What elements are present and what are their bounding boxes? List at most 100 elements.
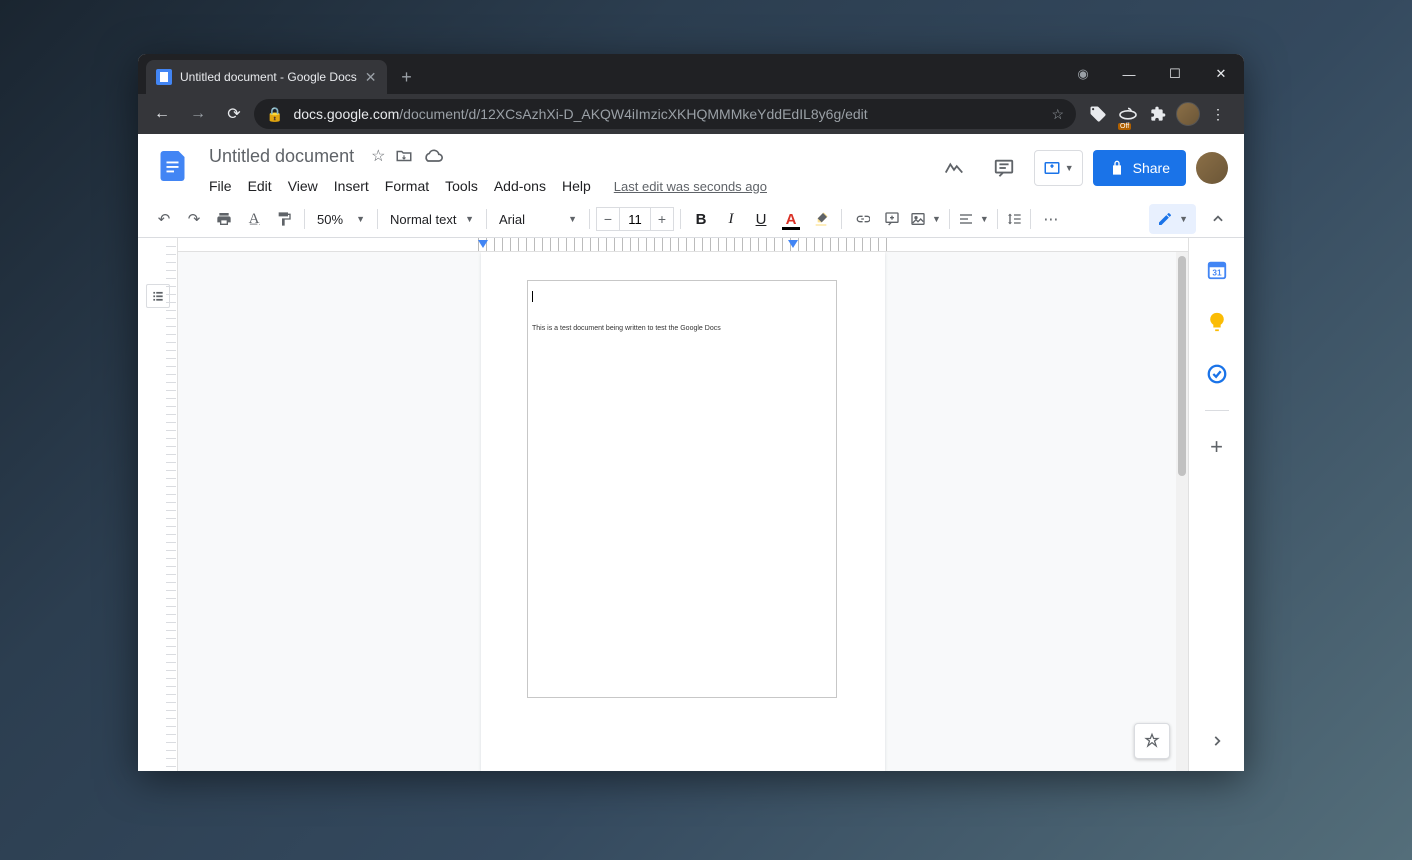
present-button[interactable]: ▼ [1034, 150, 1083, 186]
browser-tab[interactable]: Untitled document - Google Docs ✕ [146, 60, 387, 94]
document-body-text[interactable]: This is a test document being written to… [532, 325, 836, 333]
profile-avatar-icon[interactable] [1174, 100, 1202, 128]
extension-off-icon[interactable]: Off [1114, 100, 1142, 128]
close-tab-icon[interactable]: ✕ [365, 69, 377, 86]
insert-link-button[interactable] [848, 205, 876, 233]
left-indent-marker[interactable] [478, 240, 488, 248]
activity-icon[interactable] [934, 148, 974, 188]
calendar-addon-icon[interactable]: 31 [1197, 250, 1237, 290]
close-window-button[interactable]: ✕ [1198, 58, 1244, 90]
left-gutter [138, 238, 178, 771]
keep-addon-icon[interactable] [1197, 302, 1237, 342]
extension-icons: Off ⋮ [1080, 100, 1236, 128]
browser-window: Untitled document - Google Docs ✕ + ◉ ― … [138, 54, 1244, 771]
separator [997, 209, 998, 229]
collapse-sidepanel-button[interactable] [1197, 721, 1237, 761]
increase-font-button[interactable]: + [650, 207, 674, 231]
minimize-button[interactable]: ― [1106, 58, 1152, 90]
scrollbar-thumb[interactable] [1178, 256, 1186, 476]
insert-image-dropdown[interactable]: ▼ [908, 206, 943, 232]
formatting-toolbar: ↶ ↷ A̲ 50%▼ Normal text▼ Arial▼ − + B I … [138, 200, 1244, 238]
editing-mode-dropdown[interactable]: ▼ [1149, 204, 1196, 234]
separator [1030, 209, 1031, 229]
extensions-puzzle-icon[interactable] [1144, 100, 1172, 128]
more-tools-button[interactable]: ⋯ [1037, 205, 1065, 233]
address-bar[interactable]: 🔒 docs.google.com/document/d/12XCsAzhXi-… [254, 99, 1076, 129]
chevron-down-icon: ▼ [1065, 163, 1074, 173]
cloud-status-icon[interactable] [423, 148, 443, 164]
separator [377, 209, 378, 229]
undo-button[interactable]: ↶ [150, 205, 178, 233]
side-panel-divider [1205, 410, 1229, 411]
document-page[interactable]: This is a test document being written to… [527, 280, 837, 698]
move-icon[interactable] [395, 147, 413, 165]
header-actions: ▼ Share [934, 148, 1228, 188]
menu-view[interactable]: View [281, 174, 325, 198]
menu-format[interactable]: Format [378, 174, 436, 198]
bold-button[interactable]: B [687, 205, 715, 233]
docs-home-button[interactable] [154, 146, 194, 186]
menu-help[interactable]: Help [555, 174, 598, 198]
horizontal-ruler[interactable] [178, 238, 1188, 252]
chevron-down-icon: ▼ [1179, 214, 1188, 224]
redo-button[interactable]: ↷ [180, 205, 208, 233]
font-size-input[interactable] [620, 207, 650, 231]
right-indent-marker[interactable] [788, 240, 798, 248]
separator [841, 209, 842, 229]
new-tab-button[interactable]: + [393, 63, 421, 91]
last-edit-link[interactable]: Last edit was seconds ago [614, 179, 767, 194]
forward-button[interactable]: → [182, 98, 214, 130]
extension-badge: Off [1118, 123, 1131, 130]
paint-format-button[interactable] [270, 205, 298, 233]
back-button[interactable]: ← [146, 98, 178, 130]
separator [949, 209, 950, 229]
align-dropdown[interactable]: ▼ [956, 206, 991, 232]
url-text: docs.google.com/document/d/12XCsAzhXi-D_… [293, 106, 1041, 122]
star-icon[interactable]: ☆ [371, 146, 385, 166]
menu-insert[interactable]: Insert [327, 174, 376, 198]
decrease-font-button[interactable]: − [596, 207, 620, 231]
page-canvas[interactable]: This is a test document being written to… [178, 252, 1188, 771]
document-title-input[interactable]: Untitled document [202, 143, 361, 170]
style-value: Normal text [390, 212, 456, 227]
share-label: Share [1133, 160, 1170, 176]
font-value: Arial [499, 212, 525, 227]
line-spacing-dropdown[interactable] [1004, 206, 1024, 232]
separator [680, 209, 681, 229]
underline-button[interactable]: U [747, 205, 775, 233]
zoom-dropdown[interactable]: 50%▼ [311, 206, 371, 232]
browser-titlebar: Untitled document - Google Docs ✕ + ◉ ― … [138, 54, 1244, 94]
menu-file[interactable]: File [202, 174, 239, 198]
svg-text:31: 31 [1212, 269, 1222, 278]
share-button[interactable]: Share [1093, 150, 1186, 186]
bookmark-star-icon[interactable]: ☆ [1051, 106, 1064, 123]
extension-tag-icon[interactable] [1084, 100, 1112, 128]
vertical-ruler[interactable] [166, 246, 176, 771]
comments-icon[interactable] [984, 148, 1024, 188]
collapse-toolbar-button[interactable] [1204, 205, 1232, 233]
text-color-button[interactable]: A [777, 205, 805, 233]
print-button[interactable] [210, 205, 238, 233]
separator [486, 209, 487, 229]
tasks-addon-icon[interactable] [1197, 354, 1237, 394]
explore-button[interactable] [1134, 723, 1170, 759]
get-addons-button[interactable]: + [1197, 427, 1237, 467]
maximize-button[interactable]: ☐ [1152, 58, 1198, 90]
editor-area: This is a test document being written to… [138, 238, 1244, 771]
paragraph-style-dropdown[interactable]: Normal text▼ [384, 206, 480, 232]
window-controls: ◉ ― ☐ ✕ [1060, 54, 1244, 94]
highlight-color-button[interactable] [807, 205, 835, 233]
vertical-scrollbar[interactable] [1176, 252, 1188, 771]
tab-title: Untitled document - Google Docs [180, 70, 357, 84]
chrome-menu-icon[interactable]: ⋮ [1204, 100, 1232, 128]
lock-icon: 🔒 [266, 106, 283, 123]
menu-edit[interactable]: Edit [241, 174, 279, 198]
account-avatar[interactable] [1196, 152, 1228, 184]
menu-tools[interactable]: Tools [438, 174, 485, 198]
add-comment-button[interactable] [878, 205, 906, 233]
menu-addons[interactable]: Add-ons [487, 174, 553, 198]
spellcheck-button[interactable]: A̲ [240, 205, 268, 233]
font-dropdown[interactable]: Arial▼ [493, 206, 583, 232]
reload-button[interactable]: ⟳ [218, 98, 250, 130]
italic-button[interactable]: I [717, 205, 745, 233]
